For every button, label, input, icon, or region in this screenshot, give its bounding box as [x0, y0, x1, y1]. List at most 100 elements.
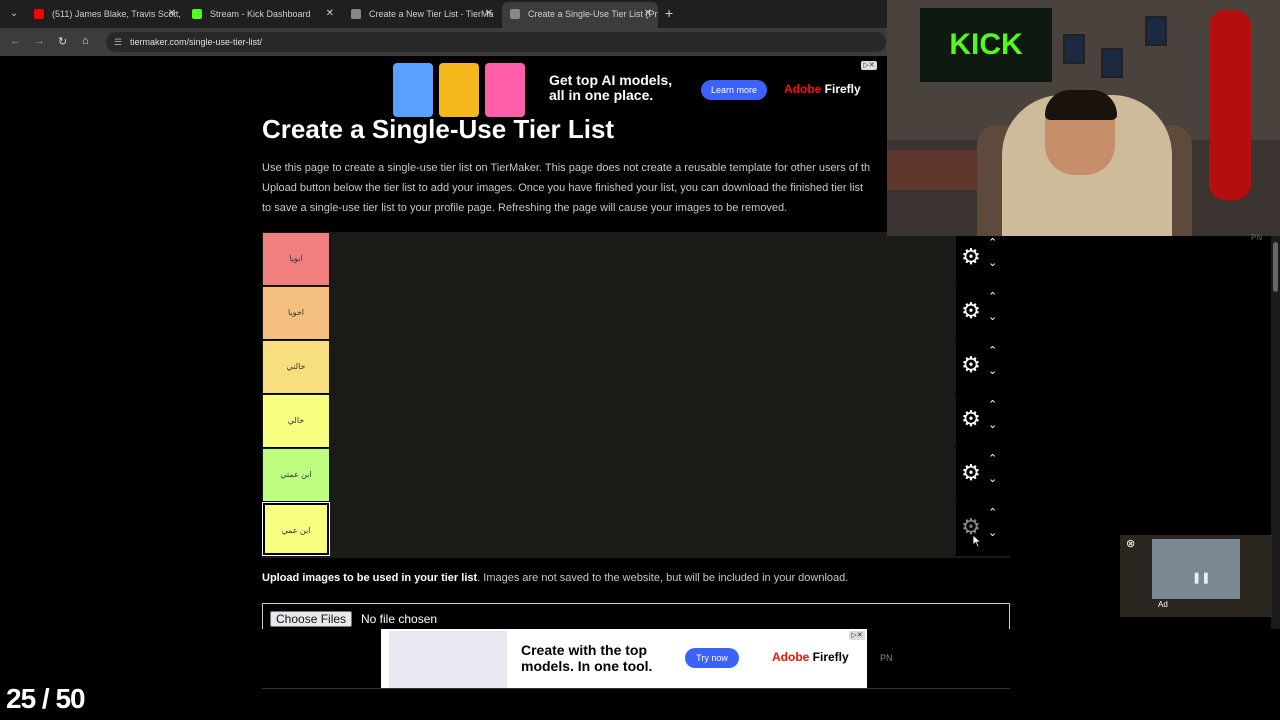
- footer-divider: [262, 688, 1010, 689]
- ad-image: [439, 63, 479, 117]
- browser-tab-active[interactable]: Create a Single-Use Tier List (Pr ✕: [502, 2, 658, 28]
- ad-brand-suffix: Firefly: [809, 650, 849, 664]
- tiermaker-favicon-icon: [510, 9, 520, 19]
- mini-video-player[interactable]: ⊗ ❚❚ Ad: [1120, 535, 1272, 617]
- choose-files-button[interactable]: Choose Files: [270, 611, 353, 627]
- wall-frame: [1145, 16, 1167, 46]
- wall-frame: [1063, 34, 1085, 64]
- browser-tab[interactable]: Stream - Kick Dashboard ✕: [184, 4, 340, 24]
- tab-title: (511) James Blake, Travis Scott,: [52, 9, 181, 19]
- upload-instructions: Upload images to be used in your tier li…: [262, 572, 848, 584]
- tab-search-chevron-icon[interactable]: ⌄: [6, 6, 22, 22]
- page-scrollbar[interactable]: [1271, 236, 1280, 688]
- tier-settings-gear-icon[interactable]: ⚙: [960, 408, 982, 430]
- move-up-chevron-icon[interactable]: ⌃: [988, 236, 997, 249]
- site-info-icon[interactable]: ☰: [114, 37, 124, 47]
- tier-row: ابن عمي ⚙ ⌃ ⌄: [262, 502, 1010, 556]
- mini-player-ad-label: Ad: [1158, 600, 1168, 609]
- upload-instructions-rest: . Images are not saved to the website, b…: [477, 572, 849, 584]
- ad-banner-bottom[interactable]: Create with the top models. In one tool.…: [381, 629, 867, 689]
- page-title: Create a Single-Use Tier List: [262, 114, 615, 144]
- url-bar[interactable]: ☰ tiermaker.com/single-use-tier-list/: [106, 32, 886, 52]
- move-up-chevron-icon[interactable]: ⌃: [988, 506, 997, 519]
- tab-title: Stream - Kick Dashboard: [210, 9, 311, 19]
- tier-settings-gear-icon[interactable]: ⚙: [960, 354, 982, 376]
- mini-player-close-icon[interactable]: ⊗: [1126, 537, 1135, 550]
- ad-learn-more-button[interactable]: Learn more: [701, 80, 767, 100]
- watermark: PN: [880, 653, 893, 663]
- file-upload-box: Choose Files No file chosen: [262, 603, 1010, 629]
- mini-player-video: [1152, 539, 1240, 599]
- pause-icon[interactable]: ❚❚: [1192, 571, 1210, 584]
- tier-items-dropzone[interactable]: [330, 340, 954, 394]
- move-down-chevron-icon[interactable]: ⌄: [988, 310, 997, 323]
- tier-controls: ⚙ ⌃ ⌄: [956, 502, 1010, 556]
- tier-label[interactable]: اخويا: [263, 287, 329, 339]
- tier-settings-gear-icon[interactable]: ⚙: [960, 462, 982, 484]
- tab-close-icon[interactable]: ✕: [168, 4, 176, 24]
- tier-label[interactable]: ابن عمتي: [263, 449, 329, 501]
- tier-items-dropzone[interactable]: [330, 448, 954, 502]
- tier-controls: ⚙ ⌃ ⌄: [956, 232, 1010, 286]
- tier-items-dropzone[interactable]: [330, 502, 954, 556]
- ad-image: [389, 631, 507, 689]
- ad-brand-logo: Adobe Firefly: [784, 82, 861, 96]
- tier-items-dropzone[interactable]: [330, 232, 954, 286]
- ad-image: [485, 63, 525, 117]
- move-up-chevron-icon[interactable]: ⌃: [988, 290, 997, 303]
- ad-banner-top[interactable]: Get top AI models, all in one place. Lea…: [393, 59, 879, 119]
- tier-row: ابويا ⚙ ⌃ ⌄: [262, 232, 1010, 286]
- move-down-chevron-icon[interactable]: ⌄: [988, 526, 997, 539]
- ad-image: [393, 63, 433, 117]
- ad-brand-prefix: Adobe: [784, 82, 822, 96]
- tier-items-dropzone[interactable]: [330, 394, 954, 448]
- wall-frame: [1101, 48, 1123, 78]
- tier-label[interactable]: ابن عمي: [262, 502, 330, 556]
- youtube-favicon-icon: [34, 9, 44, 19]
- move-down-chevron-icon[interactable]: ⌄: [988, 256, 997, 269]
- kick-poster: KICK: [920, 8, 1052, 82]
- ad-choices-icon[interactable]: ▷✕: [861, 61, 877, 70]
- scrollbar-thumb[interactable]: [1273, 242, 1278, 292]
- move-down-chevron-icon[interactable]: ⌄: [988, 418, 997, 431]
- browser-tab[interactable]: (511) James Blake, Travis Scott, ✕: [26, 4, 182, 24]
- back-arrow-icon[interactable]: ←: [10, 35, 21, 47]
- browser-tab[interactable]: Create a New Tier List - TierMa ✕: [343, 4, 499, 24]
- tier-items-dropzone[interactable]: [330, 286, 954, 340]
- move-up-chevron-icon[interactable]: ⌃: [988, 344, 997, 357]
- tier-controls: ⚙ ⌃ ⌄: [956, 394, 1010, 448]
- tier-settings-gear-icon[interactable]: ⚙: [960, 246, 982, 268]
- tier-controls: ⚙ ⌃ ⌄: [956, 286, 1010, 340]
- tier-label[interactable]: خالتي: [263, 341, 329, 393]
- move-up-chevron-icon[interactable]: ⌃: [988, 398, 997, 411]
- intro-line: Use this page to create a single-use tie…: [262, 162, 871, 174]
- new-tab-plus-icon[interactable]: +: [665, 5, 673, 21]
- tab-title: Create a Single-Use Tier List (Pr: [528, 9, 658, 19]
- ad-headline: Create with the top models. In one tool.: [521, 642, 653, 674]
- tier-row: اخويا ⚙ ⌃ ⌄: [262, 286, 1010, 340]
- tier-label[interactable]: خالي: [263, 395, 329, 447]
- ad-brand-logo: Adobe Firefly: [772, 650, 849, 664]
- ad-choices-icon[interactable]: ▷✕: [849, 631, 865, 640]
- home-icon[interactable]: ⌂: [82, 35, 89, 47]
- tier-label[interactable]: ابويا: [263, 233, 329, 285]
- kick-favicon-icon: [192, 9, 202, 19]
- tab-close-icon[interactable]: ✕: [326, 4, 334, 24]
- move-down-chevron-icon[interactable]: ⌄: [988, 472, 997, 485]
- tab-close-icon[interactable]: ✕: [485, 4, 493, 24]
- intro-paragraph: Use this page to create a single-use tie…: [262, 158, 890, 218]
- mouse-cursor-icon: [972, 534, 982, 548]
- tab-close-icon[interactable]: ✕: [644, 2, 652, 26]
- move-down-chevron-icon[interactable]: ⌄: [988, 364, 997, 377]
- tier-row: ابن عمتي ⚙ ⌃ ⌄: [262, 448, 1010, 502]
- reload-icon[interactable]: ↻: [58, 35, 67, 48]
- tier-settings-gear-icon[interactable]: ⚙: [960, 300, 982, 322]
- forward-arrow-icon[interactable]: →: [34, 35, 45, 47]
- ad-try-now-button[interactable]: Try now: [685, 648, 739, 668]
- file-status-text: No file chosen: [361, 612, 438, 626]
- ad-brand-prefix: Adobe: [772, 650, 810, 664]
- tier-controls: ⚙ ⌃ ⌄: [956, 340, 1010, 394]
- tier-controls: ⚙ ⌃ ⌄: [956, 448, 1010, 502]
- move-up-chevron-icon[interactable]: ⌃: [988, 452, 997, 465]
- webcam-overlay: KICK: [887, 0, 1280, 236]
